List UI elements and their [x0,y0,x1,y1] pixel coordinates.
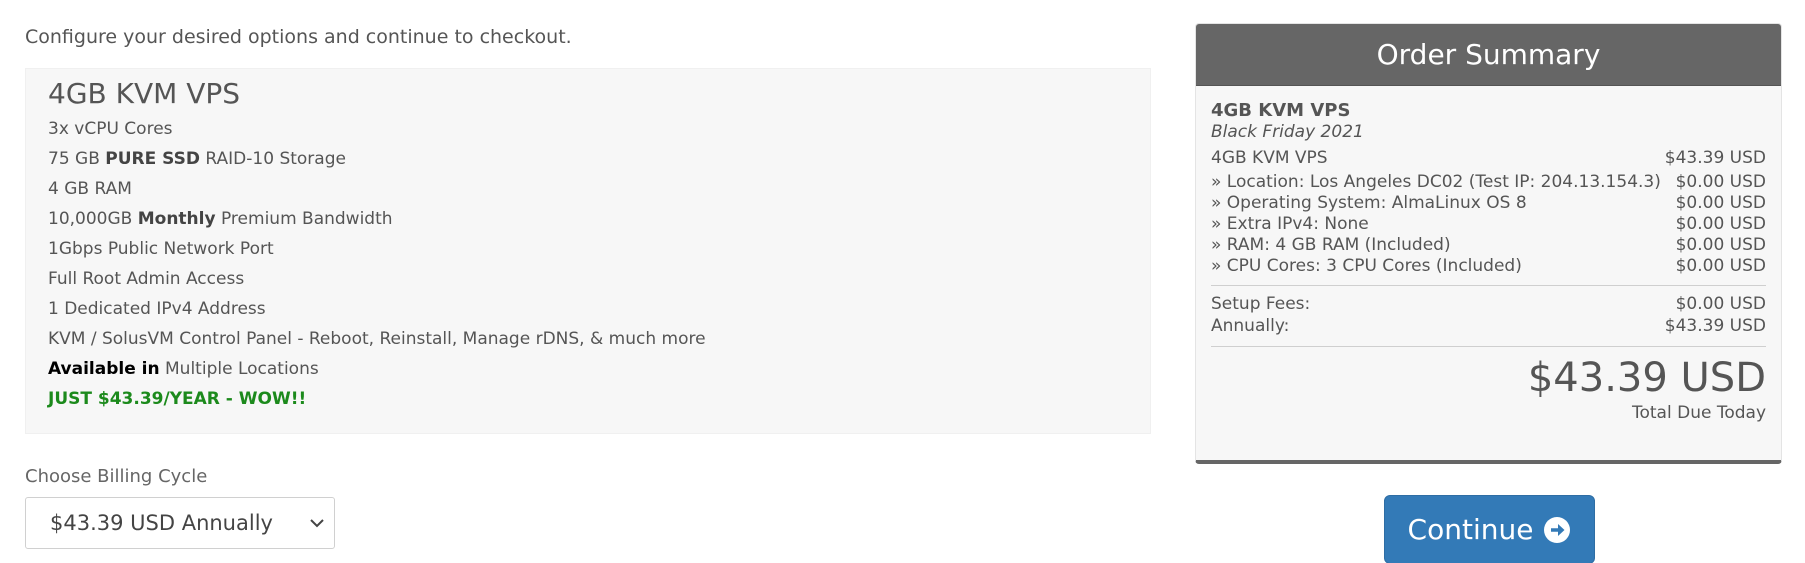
feature-item: 4 GB RAM [48,179,132,199]
summary-line-item: » Extra IPv4: None $0.00 USD [1211,214,1766,234]
summary-product-group: Black Friday 2021 [1211,122,1364,142]
order-summary-panel: Order Summary 4GB KVM VPS Black Friday 2… [1195,23,1782,464]
continue-button-label: Continue [1407,513,1534,546]
chevron-down-icon [310,519,324,528]
billing-cycle-row: Annually: $43.39 USD [1211,316,1766,336]
product-features-list: 3x vCPU Cores 75 GB PURE SSD RAID-10 Sto… [48,114,706,414]
total-amount: $43.39 USD [1527,355,1766,401]
feature-item: 1Gbps Public Network Port [48,239,274,259]
summary-divider [1211,285,1766,286]
summary-line-item: » RAM: 4 GB RAM (Included) $0.00 USD [1211,235,1766,255]
billing-cycle-label: Choose Billing Cycle [25,466,208,487]
billing-cycle-select[interactable]: $43.39 USD Annually [25,497,335,549]
summary-line-item: » Operating System: AlmaLinux OS 8 $0.00 … [1211,193,1766,213]
setup-fees-row: Setup Fees: $0.00 USD [1211,294,1766,314]
total-due-label: Total Due Today [1632,403,1766,423]
feature-item: 3x vCPU Cores [48,119,173,139]
feature-item: KVM / SolusVM Control Panel - Reboot, Re… [48,329,706,349]
feature-item: 75 GB PURE SSD RAID-10 Storage [48,149,346,169]
summary-line-item: 4GB KVM VPS $43.39 USD [1211,148,1766,168]
summary-line-item: » CPU Cores: 3 CPU Cores (Included) $0.00… [1211,256,1766,276]
product-info-panel: 4GB KVM VPS 3x vCPU Cores 75 GB PURE SSD… [25,68,1151,434]
order-summary-title: Order Summary [1196,24,1781,86]
product-title: 4GB KVM VPS [48,77,241,110]
feature-item: 10,000GB Monthly Premium Bandwidth [48,209,393,229]
intro-text: Configure your desired options and conti… [25,26,572,48]
continue-button[interactable]: Continue [1384,495,1595,563]
summary-product-name: 4GB KVM VPS [1211,100,1351,121]
summary-items: 4GB KVM VPS $43.39 USD » Location: Los An… [1211,148,1766,277]
feature-item: Full Root Admin Access [48,269,245,289]
feature-item: 1 Dedicated IPv4 Address [48,299,266,319]
summary-line-item: » Location: Los Angeles DC02 (Test IP: 2… [1211,172,1766,192]
billing-cycle-selected-value: $43.39 USD Annually [50,511,273,535]
summary-divider [1211,346,1766,347]
promo-price-text: JUST $43.39/YEAR - WOW!! [48,389,307,409]
feature-item-availability: Available in Multiple Locations [48,359,319,379]
arrow-circle-right-icon [1544,516,1571,543]
